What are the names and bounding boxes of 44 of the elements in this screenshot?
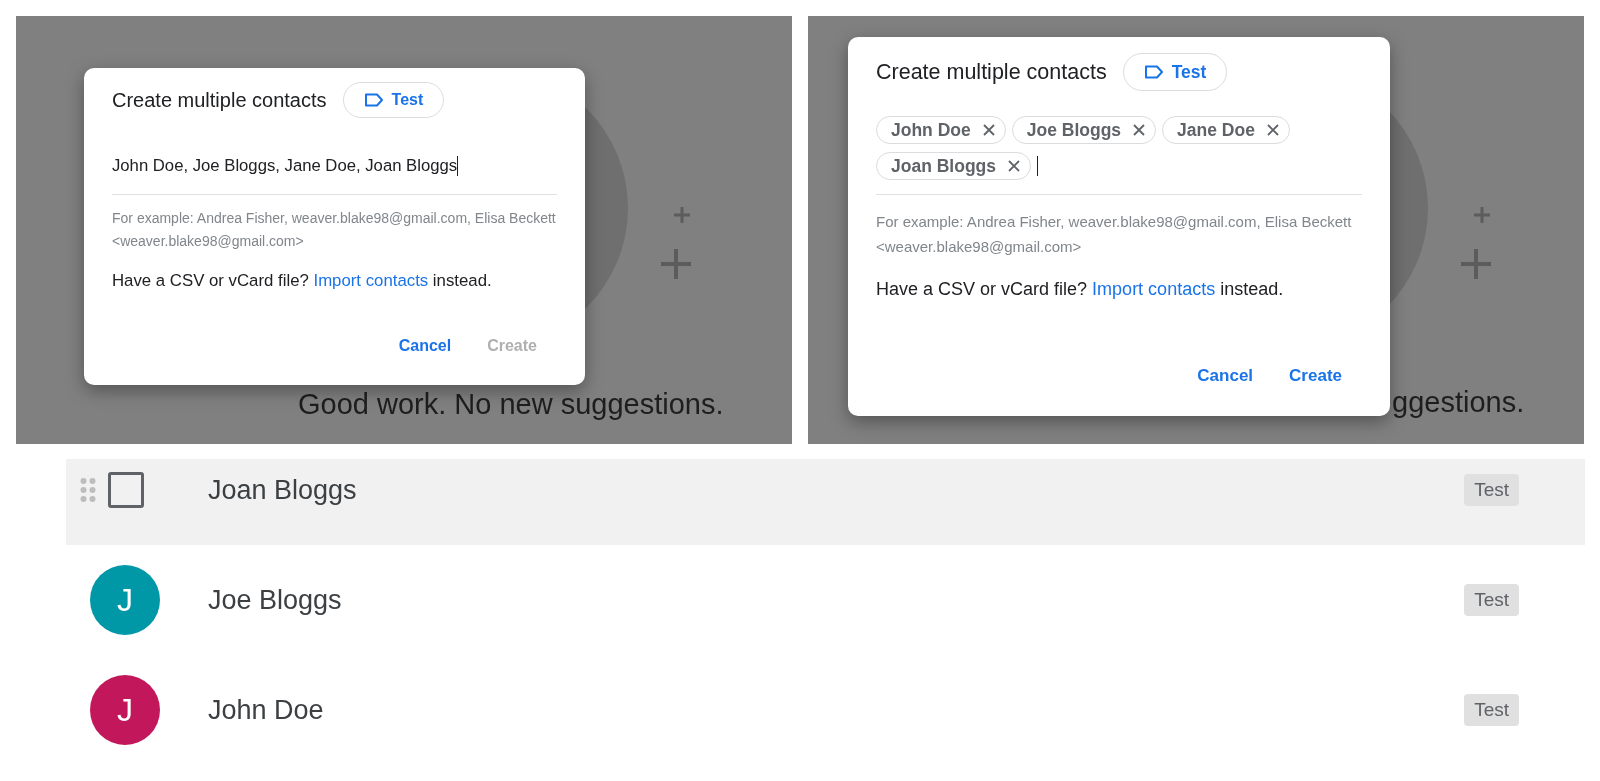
label-chip[interactable]: Test: [1122, 53, 1228, 91]
contact-row[interactable]: Joan Bloggs Test: [66, 459, 1585, 545]
label-icon: [363, 93, 384, 107]
cancel-button[interactable]: Cancel: [390, 329, 460, 363]
drag-handle-icon[interactable]: [80, 477, 96, 503]
plus-icon: [672, 205, 692, 225]
contact-name: John Doe: [208, 694, 325, 726]
contact-name: Joe Bloggs: [208, 584, 343, 616]
plus-icon: [1472, 205, 1492, 225]
checkbox[interactable]: [108, 472, 144, 508]
empty-state-text: ggestions.: [1392, 386, 1525, 419]
import-prompt: Have a CSV or vCard file? Import contacts instead.: [112, 271, 493, 291]
dialog-title: Create multiple contacts: [876, 59, 1107, 85]
create-button[interactable]: Create: [1281, 358, 1350, 394]
plus-icon: [659, 247, 693, 281]
import-prompt: Have a CSV or vCard file? Import contacts instead.: [876, 279, 1285, 300]
label-tag: Test: [1464, 694, 1519, 726]
close-icon[interactable]: [1266, 124, 1279, 136]
name-chip[interactable]: Jane Doe: [1162, 116, 1290, 144]
import-link[interactable]: Import contacts: [1092, 279, 1216, 299]
names-field[interactable]: John Doe, Joe Bloggs, Jane Doe, Joan Bloggs: [112, 156, 557, 195]
name-chip[interactable]: Joe Bloggs: [1011, 116, 1157, 144]
name-chip[interactable]: John Doe: [876, 116, 1006, 144]
hint-text: For example: Andrea Fisher, weaver.blake98@gmail.com, Elisa Beckett <weaver.blake98@gmail.com>: [112, 209, 557, 251]
avatar: J: [90, 675, 160, 745]
label-tag: Test: [1464, 584, 1519, 616]
label-icon: [1143, 65, 1164, 79]
contact-name: Joan Bloggs: [208, 474, 358, 506]
dialog-title: Create multiple contacts: [112, 88, 327, 112]
hint-text: For example: Andrea Fisher, weaver.blake98@gmail.com, Elisa Beckett <weaver.blake98@gmail.com>: [876, 212, 1353, 257]
import-link[interactable]: Import contacts: [313, 271, 429, 290]
plus-icon: [1459, 247, 1493, 281]
name-chip[interactable]: Joan Bloggs: [876, 152, 1031, 180]
empty-state-text: Good work. No new suggestions.: [298, 388, 724, 421]
close-icon[interactable]: [1008, 160, 1020, 172]
label-chip[interactable]: Test: [342, 82, 445, 118]
text-cursor: [1037, 156, 1038, 176]
avatar: J: [90, 565, 160, 635]
close-icon[interactable]: [982, 124, 995, 136]
close-icon[interactable]: [1133, 124, 1146, 136]
label-tag: Test: [1464, 474, 1519, 506]
cancel-button[interactable]: Cancel: [1189, 358, 1262, 394]
text-cursor: [457, 156, 459, 176]
names-field[interactable]: John Doe Joe Bloggs Jane Doe Joan Bloggs: [876, 116, 1362, 195]
